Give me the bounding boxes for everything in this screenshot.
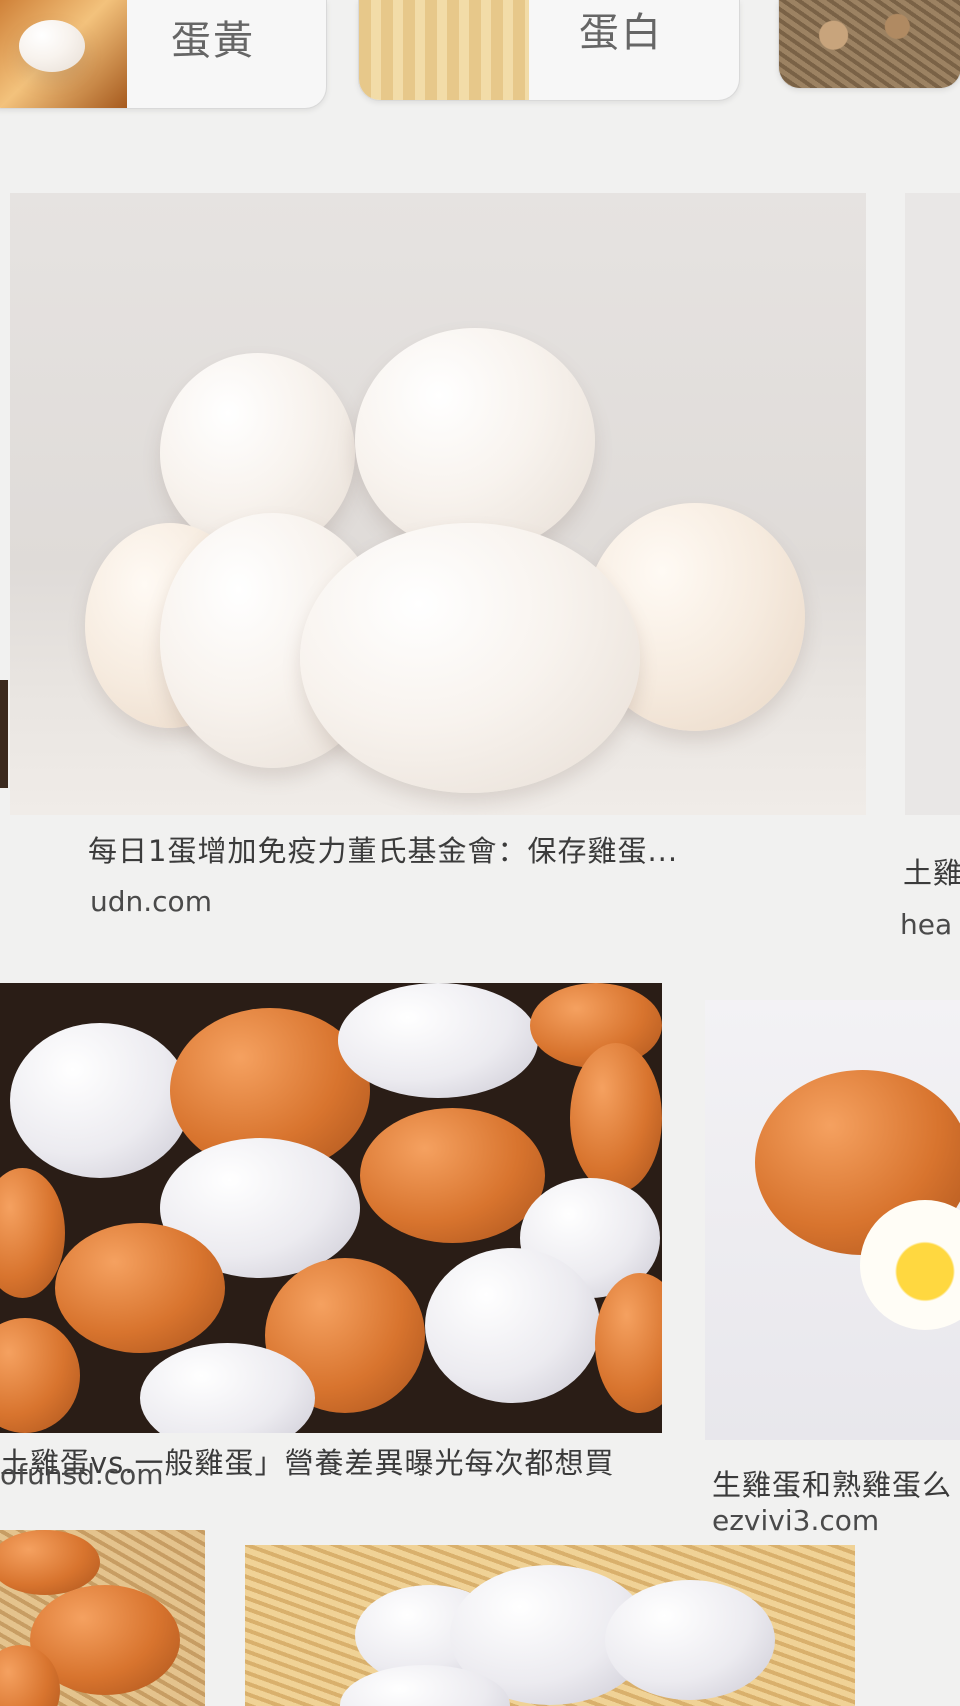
chip-label: 蛋白 [579, 10, 663, 56]
result-source[interactable]: hea [900, 908, 952, 941]
chip-egg-white[interactable]: 蛋白 [358, 0, 740, 101]
chip-label: 蛋黃 [171, 18, 255, 64]
egg-image [0, 1530, 100, 1595]
chip-thumbnail [359, 0, 529, 100]
result-source[interactable]: ofunsd.com [0, 1458, 164, 1491]
chip-thumbnail [779, 0, 960, 88]
egg-image [10, 1023, 190, 1178]
result-image-mixed-eggs[interactable] [0, 983, 662, 1433]
result-image-brown-eggs-straw[interactable] [0, 1530, 205, 1706]
egg-image [19, 20, 85, 72]
result-image-partial[interactable] [905, 193, 960, 815]
egg-image [55, 1223, 225, 1353]
result-image-white-eggs[interactable] [10, 193, 866, 815]
result-title[interactable]: 生雞蛋和熟雞蛋么 [712, 1462, 952, 1504]
result-image-partial[interactable] [0, 680, 8, 788]
egg-image [570, 1043, 662, 1193]
chip-thumbnail [0, 0, 127, 108]
chip-next[interactable] [778, 0, 960, 89]
result-title[interactable]: 土雞 [903, 850, 960, 892]
egg-image [360, 1108, 545, 1243]
egg-image [355, 328, 595, 553]
result-source[interactable]: ezvivi3.com [712, 1504, 879, 1537]
egg-image [0, 1318, 80, 1433]
egg-image [338, 983, 538, 1098]
result-source[interactable]: udn.com [90, 885, 212, 918]
chip-egg-yolk[interactable]: 蛋黃 [0, 0, 327, 109]
egg-image [300, 523, 640, 793]
egg-image [425, 1248, 600, 1403]
result-image-boiled-egg[interactable] [705, 1000, 960, 1440]
result-title[interactable]: 每日1蛋增加免疫力董氏基金會：保存雞蛋... [88, 828, 678, 870]
result-image-white-eggs-straw[interactable] [245, 1545, 855, 1706]
egg-image [605, 1580, 775, 1700]
